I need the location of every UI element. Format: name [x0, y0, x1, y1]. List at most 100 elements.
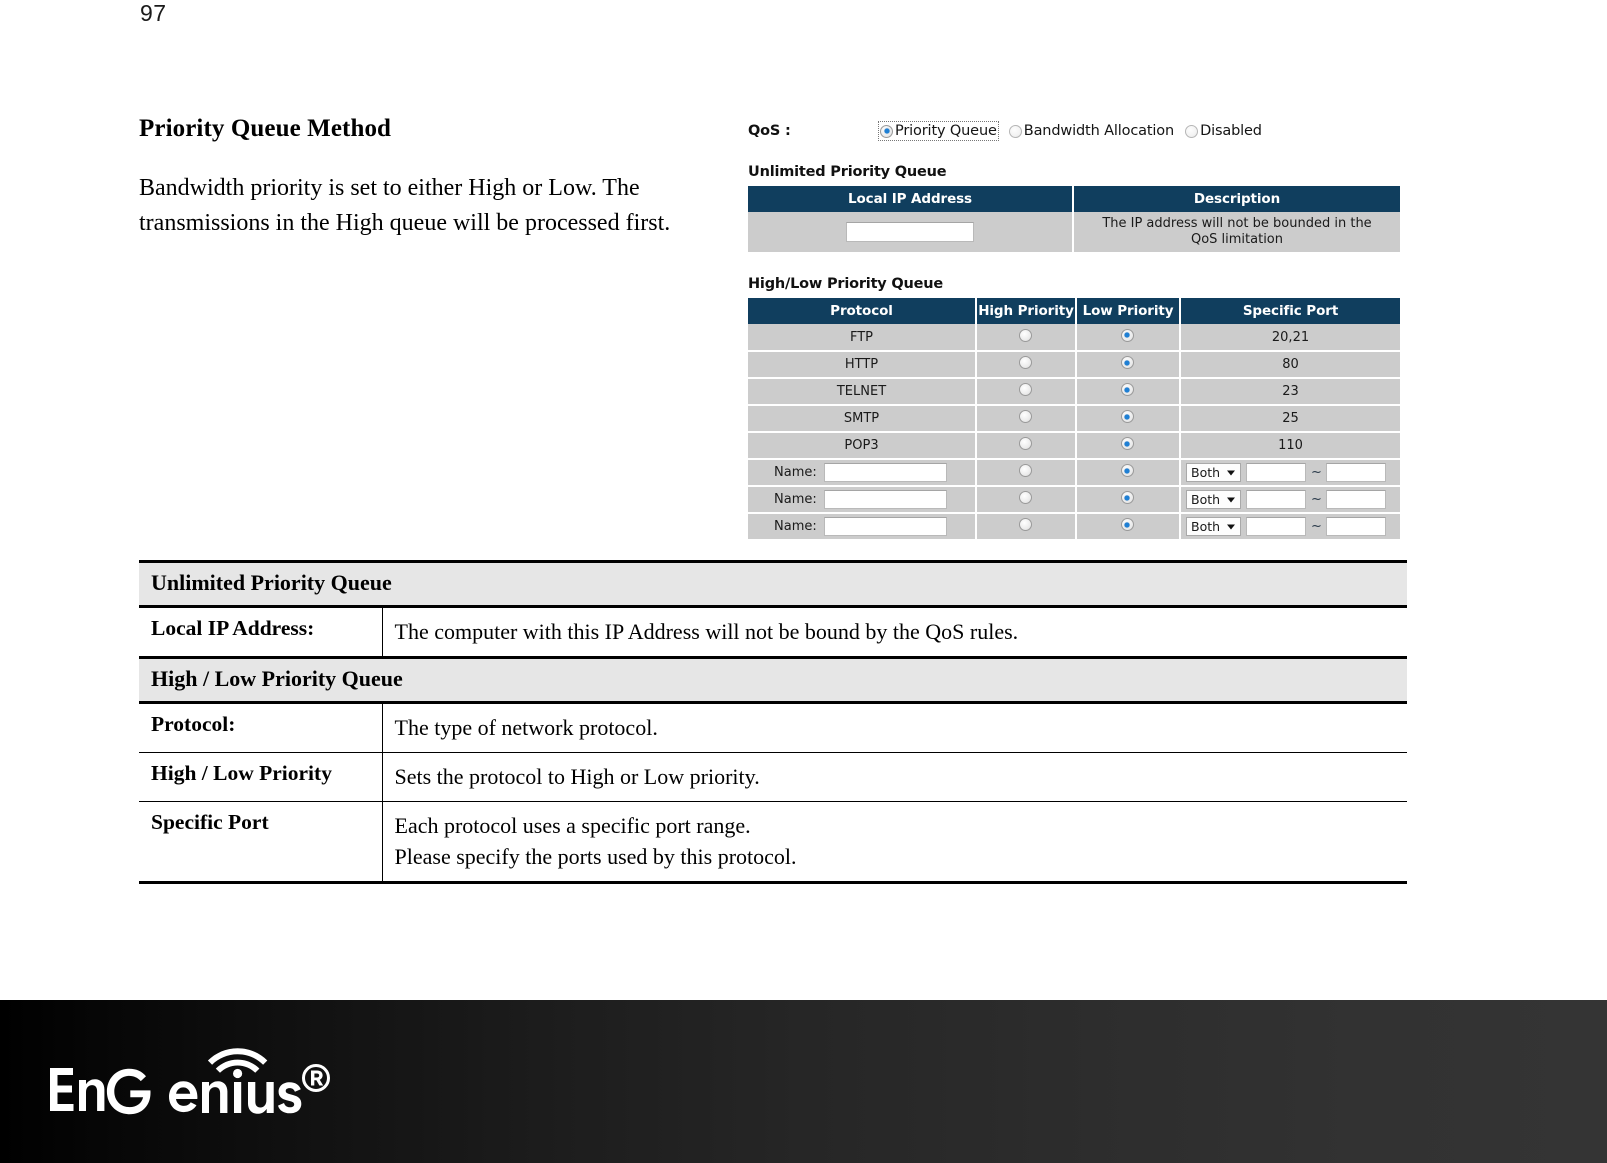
high-low-priority-queue-table: Protocol High Priority Low Priority Spec… — [748, 298, 1400, 541]
local-ip-input[interactable] — [846, 222, 974, 242]
high-priority-cell[interactable] — [976, 459, 1077, 487]
col-protocol: Protocol — [748, 298, 977, 324]
port-to-input[interactable] — [1326, 517, 1386, 536]
protocol-name: FTP — [748, 324, 977, 352]
low-priority-cell[interactable] — [1076, 459, 1181, 487]
low-priority-cell[interactable] — [1076, 432, 1181, 460]
low-priority-cell[interactable] — [1076, 351, 1181, 379]
port-from-input[interactable] — [1246, 517, 1306, 536]
field-label-protocol: Protocol: — [139, 702, 383, 753]
radio-low-priority-icon[interactable] — [1120, 383, 1134, 396]
radio-low-priority-icon[interactable] — [1120, 518, 1134, 531]
table-header-row: Local IP Address Description — [748, 186, 1400, 212]
table-row: FTP 20,21 — [748, 324, 1400, 352]
protocol-name: HTTP — [748, 351, 977, 379]
radio-bandwidth-allocation-icon[interactable] — [1008, 124, 1022, 138]
radio-high-priority-icon[interactable] — [1018, 328, 1032, 342]
table-row: Local IP Address: The computer with this… — [139, 606, 1407, 658]
name-label: Name: — [774, 492, 817, 507]
radio-high-priority-icon[interactable] — [1018, 356, 1032, 369]
name-label: Name: — [774, 519, 817, 534]
page-number: 97 — [140, 0, 167, 26]
qos-mode-radio-group[interactable]: Priority Queue Bandwidth Allocation Disa… — [878, 121, 1273, 141]
low-priority-cell[interactable] — [1076, 486, 1181, 514]
radio-low-priority-icon[interactable] — [1120, 437, 1134, 450]
radio-priority-queue-icon[interactable] — [880, 124, 893, 138]
low-priority-cell[interactable] — [1076, 405, 1181, 433]
high-priority-cell[interactable] — [976, 378, 1077, 406]
page-title: Priority Queue Method — [139, 115, 392, 142]
col-description: Description — [1073, 186, 1400, 212]
section-title-unlimited-priority-queue: Unlimited Priority Queue — [139, 560, 1407, 608]
table-row: HTTP 80 — [748, 351, 1400, 379]
radio-high-priority-icon[interactable] — [1018, 464, 1032, 477]
table-row: Name: Both ~ — [748, 513, 1400, 541]
high-priority-cell[interactable] — [976, 351, 1077, 379]
radio-low-priority-icon[interactable] — [1120, 328, 1134, 342]
port-range-separator: ~ — [1311, 519, 1322, 534]
low-priority-cell[interactable] — [1076, 513, 1181, 541]
protocol-type-select[interactable]: Both — [1186, 463, 1241, 482]
protocol-name: SMTP — [748, 405, 977, 433]
high-low-queue-title: High/Low Priority Queue — [748, 276, 944, 292]
radio-disabled[interactable]: Disabled — [1185, 123, 1262, 139]
col-local-ip-address: Local IP Address — [748, 186, 1074, 212]
high-priority-cell[interactable] — [976, 324, 1077, 352]
section-header-row: Unlimited Priority Queue — [139, 560, 1407, 608]
custom-protocol-name-input[interactable] — [823, 463, 947, 482]
specific-port-value: 110 — [1180, 432, 1400, 460]
unlimited-queue-description: The IP address will not be bounded in th… — [1073, 212, 1400, 254]
unlimited-queue-title: Unlimited Priority Queue — [748, 164, 947, 180]
protocol-type-select[interactable]: Both — [1186, 517, 1241, 536]
high-priority-cell[interactable] — [976, 432, 1077, 460]
port-range-separator: ~ — [1311, 465, 1322, 480]
low-priority-cell[interactable] — [1076, 324, 1181, 352]
table-row: TELNET 23 — [748, 378, 1400, 406]
engenius-logo — [50, 1048, 330, 1115]
radio-bandwidth-allocation-label: Bandwidth Allocation — [1023, 123, 1175, 139]
field-label-high-low-priority: High / Low Priority — [139, 752, 383, 802]
radio-high-priority-icon[interactable] — [1018, 518, 1032, 531]
table-row: The IP address will not be bounded in th… — [748, 212, 1400, 254]
table-row: Specific Port Each protocol uses a speci… — [139, 801, 1407, 884]
radio-high-priority-icon[interactable] — [1018, 410, 1032, 423]
radio-low-priority-icon[interactable] — [1120, 410, 1134, 423]
custom-protocol-name-input[interactable] — [823, 517, 947, 536]
field-label-local-ip-address: Local IP Address: — [139, 606, 383, 658]
radio-low-priority-icon[interactable] — [1120, 491, 1134, 504]
port-from-input[interactable] — [1246, 463, 1306, 482]
col-high-priority: High Priority — [976, 298, 1077, 324]
port-from-input[interactable] — [1246, 490, 1306, 509]
document-body: Priority Queue Method Bandwidth priority… — [139, 115, 719, 241]
high-priority-cell[interactable] — [976, 486, 1077, 514]
radio-bandwidth-allocation[interactable]: Bandwidth Allocation — [1008, 123, 1175, 139]
high-priority-cell[interactable] — [976, 405, 1077, 433]
protocol-type-value: Both — [1191, 492, 1221, 507]
low-priority-cell[interactable] — [1076, 378, 1181, 406]
chevron-down-icon — [1227, 497, 1235, 502]
radio-high-priority-icon[interactable] — [1018, 491, 1032, 504]
port-to-input[interactable] — [1326, 463, 1386, 482]
custom-protocol-name-input[interactable] — [823, 490, 947, 509]
radio-disabled-icon[interactable] — [1185, 124, 1199, 138]
radio-priority-queue[interactable]: Priority Queue — [878, 121, 999, 141]
specific-port-value: 20,21 — [1180, 324, 1400, 352]
intro-paragraph: Bandwidth priority is set to either High… — [139, 175, 671, 236]
field-desc-specific-port: Each protocol uses a specific port range… — [382, 801, 1407, 884]
protocol-type-select[interactable]: Both — [1186, 490, 1241, 509]
custom-protocol-name-cell: Name: — [748, 513, 977, 541]
specific-port-value: 23 — [1180, 378, 1400, 406]
radio-low-priority-icon[interactable] — [1120, 356, 1134, 369]
table-row: POP3 110 — [748, 432, 1400, 460]
table-row: Protocol: The type of network protocol. — [139, 702, 1407, 753]
field-description-table: Unlimited Priority Queue Local IP Addres… — [139, 560, 1407, 884]
specific-port-cell: Both ~ — [1180, 459, 1400, 487]
radio-high-priority-icon[interactable] — [1018, 383, 1032, 396]
radio-high-priority-icon[interactable] — [1018, 437, 1032, 450]
col-low-priority: Low Priority — [1076, 298, 1181, 324]
table-row: High / Low Priority Sets the protocol to… — [139, 752, 1407, 802]
port-to-input[interactable] — [1326, 490, 1386, 509]
radio-low-priority-icon[interactable] — [1120, 464, 1134, 477]
high-priority-cell[interactable] — [976, 513, 1077, 541]
custom-protocol-name-cell: Name: — [748, 459, 977, 487]
